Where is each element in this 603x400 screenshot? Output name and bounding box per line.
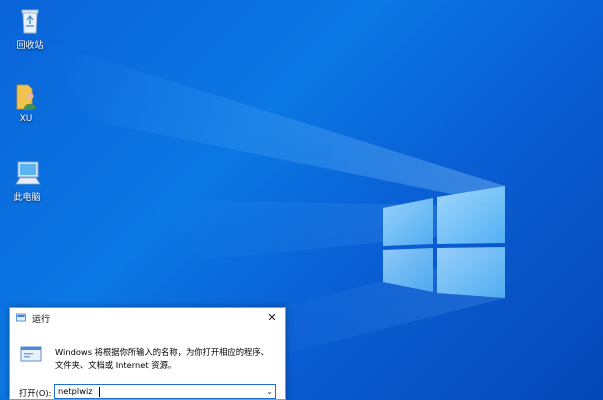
chevron-down-icon[interactable]: ⌄	[266, 385, 273, 399]
computer-icon	[15, 161, 41, 185]
desktop-icon-user-folder[interactable]: XU	[0, 82, 56, 124]
run-dialog: 运行 ✕ Windows 将根据你所输入的名称，为你打开相应的程序、 文件夹、文…	[9, 307, 286, 400]
desktop-icon-label: 回收站	[16, 41, 44, 51]
run-dialog-titlebar[interactable]: 运行 ✕	[10, 308, 285, 328]
open-label: 打开(O):	[19, 388, 52, 398]
run-title-icon	[16, 313, 26, 322]
desktop-icon-label: XU	[19, 114, 33, 124]
windows-logo-wallpaper	[383, 186, 505, 298]
user-folder-icon	[16, 84, 36, 110]
desktop-icon-label: 此电脑	[13, 193, 41, 203]
open-combobox[interactable]: netplwiz ⌄	[54, 384, 276, 399]
desktop-icon-this-pc[interactable]: 此电脑	[0, 158, 57, 203]
run-program-icon	[20, 346, 42, 362]
desktop-icon-recycle-bin[interactable]: 回收站	[0, 6, 60, 51]
description-line-1: Windows 将根据你所输入的名称，为你打开相应的程序、	[55, 347, 269, 357]
close-button[interactable]: ✕	[259, 308, 285, 328]
recycle-bin-icon	[21, 9, 39, 34]
open-input-value[interactable]: netplwiz	[58, 386, 93, 396]
run-dialog-title: 运行	[32, 315, 51, 325]
description-line-2: 文件夹、文档或 Internet 资源。	[55, 360, 177, 370]
run-dialog-description: Windows 将根据你所输入的名称，为你打开相应的程序、 文件夹、文档或 In…	[55, 346, 277, 372]
text-caret	[99, 387, 100, 397]
